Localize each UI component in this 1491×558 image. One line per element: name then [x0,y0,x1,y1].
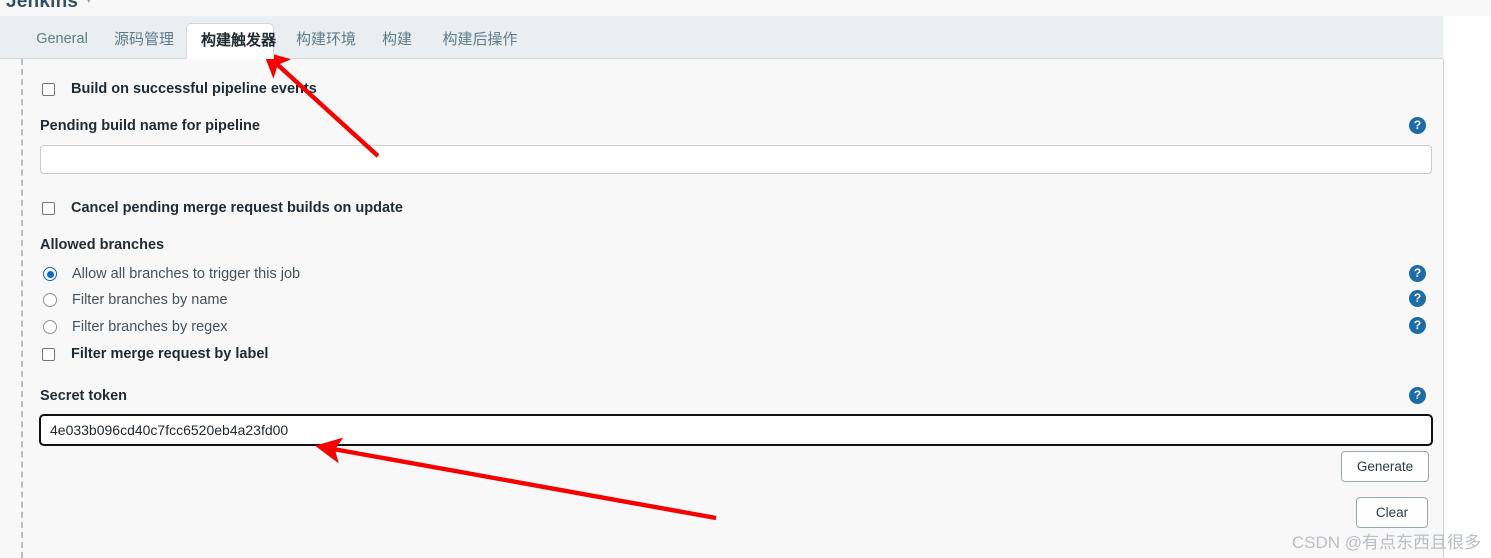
tabbar-right-gutter [1443,16,1491,59]
secret-token-help-icon[interactable]: ? [1409,387,1426,404]
secret-token-input[interactable] [39,414,1433,446]
secret-token-label: Secret token [40,388,128,404]
masthead: Jenkins ▾ [0,0,1491,16]
allowed-branches-option-allow-all[interactable]: Allow all branches to trigger this job [43,266,300,282]
filter-branches-by-regex-label: Filter branches by regex [72,319,228,335]
csdn-watermark: CSDN @有点东西且很多 [1291,533,1481,552]
filter-branches-by-name-label: Filter branches by name [72,292,228,308]
partial-row-above [22,59,1432,64]
pending-build-name-input[interactable] [40,145,1432,174]
allowed-branches-label-wrap: Allowed branches [40,237,164,253]
jenkins-logo[interactable]: Jenkins [6,0,78,13]
filter-branches-by-regex-help-icon[interactable]: ? [1409,317,1426,334]
filter-branches-by-name-help-icon[interactable]: ? [1409,290,1426,307]
pending-build-name-label-wrap: Pending build name for pipeline [40,118,260,134]
allowed-branches-option-filter-regex[interactable]: Filter branches by regex [43,319,228,335]
tab-post-build-actions[interactable]: 构建后操作 [428,23,532,59]
page-right-gutter [1443,59,1491,558]
filter-merge-request-by-label-label: Filter merge request by label [71,346,269,362]
allowed-branches-label: Allowed branches [40,237,165,253]
config-tabbar: General 源码管理 构建触发器 构建环境 构建 构建后操作 [0,16,1443,59]
pending-build-name-label: Pending build name for pipeline [40,118,260,134]
tab-general[interactable]: General [22,23,102,59]
chevron-down-icon[interactable]: ▾ [86,0,92,6]
clear-button[interactable]: Clear [1356,497,1428,528]
filter-branches-by-name-radio[interactable] [43,293,57,307]
filter-merge-request-by-label-row[interactable]: Filter merge request by label [42,346,268,362]
cancel-pending-builds-label: Cancel pending merge request builds on u… [71,200,403,216]
cancel-pending-builds-checkbox[interactable] [42,201,55,215]
build-on-successful-pipeline-events-label: Build on successful pipeline events [71,81,317,97]
tab-build-triggers[interactable]: 构建触发器 [186,23,276,59]
build-on-successful-pipeline-events-row[interactable]: Build on successful pipeline events [42,81,317,97]
filter-merge-request-by-label-checkbox[interactable] [42,347,55,361]
pending-build-name-help-icon[interactable]: ? [1409,117,1426,134]
build-on-successful-pipeline-events-checkbox[interactable] [42,82,55,96]
tab-build[interactable]: 构建 [368,23,422,59]
allow-all-branches-radio[interactable] [43,267,57,281]
secret-token-label-wrap: Secret token [40,388,127,404]
generate-button[interactable]: Generate [1341,451,1429,482]
tab-scm[interactable]: 源码管理 [100,23,186,59]
allow-all-branches-label: Allow all branches to trigger this job [72,266,301,282]
filter-branches-by-regex-radio[interactable] [43,320,57,334]
allow-all-branches-help-icon[interactable]: ? [1409,265,1426,282]
trigger-group-rail [21,59,23,558]
cancel-pending-builds-row[interactable]: Cancel pending merge request builds on u… [42,200,403,216]
tab-build-environment[interactable]: 构建环境 [282,23,362,59]
allowed-branches-option-filter-name[interactable]: Filter branches by name [43,292,228,308]
